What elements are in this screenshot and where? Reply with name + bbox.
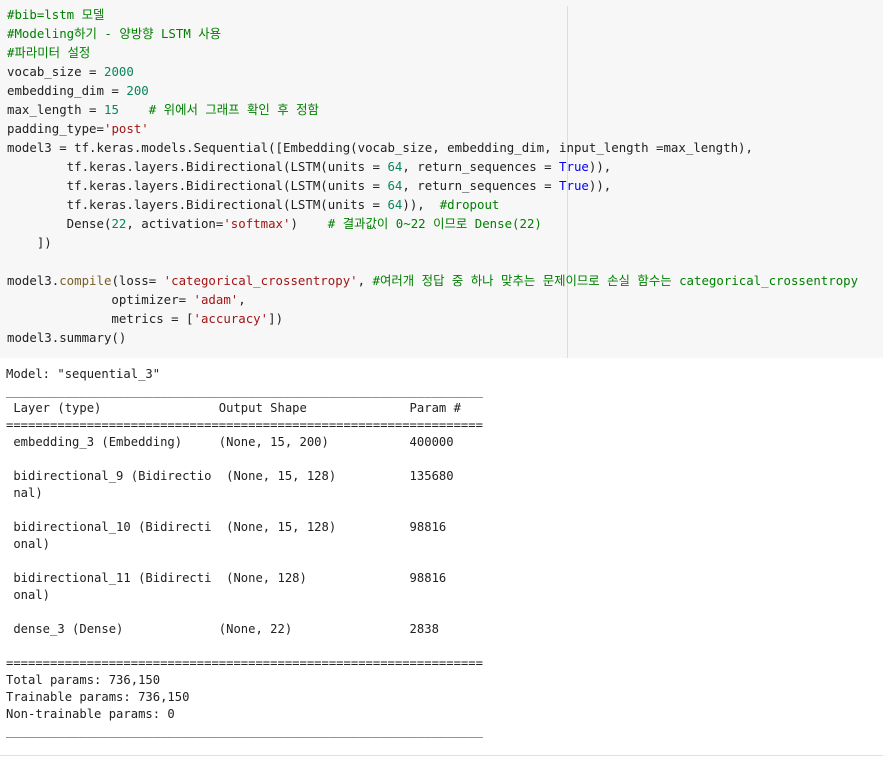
code-token: 15 (103, 102, 119, 117)
code-line: max_length = 15 # 위에서 그래프 확인 후 정함 (7, 100, 319, 119)
code-line: embedding_dim = 200 (7, 81, 149, 100)
code-line: tf.keras.layers.Bidirectional(LSTM(units… (7, 176, 612, 195)
output-line: onal) (6, 537, 483, 551)
output-line: bidirectional_10 (Bidirecti (None, 15, 1… (6, 520, 483, 534)
output-area: Model: "sequential_3" ___________________… (0, 358, 883, 758)
output-line: bidirectional_11 (Bidirecti (None, 128) … (6, 571, 483, 585)
output-line: Model: "sequential_3" (6, 367, 161, 381)
code-token: , (238, 292, 246, 307)
code-token: 'softmax' (223, 216, 291, 231)
code-token: 64 (387, 197, 403, 212)
code-cell[interactable]: #bib=lstm 모델 #Modeling하기 - 양방향 LSTM 사용 #파라… (0, 0, 883, 358)
code-token: 64 (387, 159, 403, 174)
code-token: #Modeling하기 - 양방향 LSTM 사용 (7, 26, 222, 41)
code-token: # 결과값이 0~22 이므로 Dense(22) (327, 216, 542, 231)
code-token: max_length = (7, 102, 104, 117)
output-line: Trainable params: 736,150 (6, 690, 190, 704)
code-token: model3. (7, 273, 60, 288)
code-token: , return_sequences = (402, 159, 560, 174)
code-token: True (559, 178, 589, 193)
output-line: nal) (6, 486, 483, 500)
code-line: #Modeling하기 - 양방향 LSTM 사용 (7, 24, 221, 43)
code-token: 2000 (103, 64, 134, 79)
code-token: 64 (387, 178, 403, 193)
code-token: #bib=lstm 모델 (7, 7, 105, 22)
code-token: Dense( (7, 216, 112, 231)
code-line: #bib=lstm 모델 (7, 5, 104, 24)
code-line: model3.summary() (7, 328, 126, 347)
code-token: 'categorical_crossentropy' (163, 273, 358, 288)
output-line: bidirectional_9 (Bidirectio (None, 15, 1… (6, 469, 483, 483)
code-token: embedding_dim = (7, 83, 127, 98)
code-token: # 위에서 그래프 확인 후 정함 (148, 102, 319, 117)
code-token: model3.summary() (7, 330, 127, 345)
code-line: Dense(22, activation='softmax') # 결과값이 0… (7, 214, 542, 233)
code-token: 'adam' (193, 292, 239, 307)
code-token: , activation= (126, 216, 224, 231)
code-token: vocab_size = (7, 64, 104, 79)
code-line: padding_type='post' (7, 119, 149, 138)
code-token: #dropout (439, 197, 500, 212)
code-token: ]) (268, 311, 284, 326)
code-line: metrics = ['accuracy']) (7, 309, 283, 328)
code-token: , (357, 273, 373, 288)
code-token: tf.keras.layers.Bidirectional(LSTM(units… (7, 197, 388, 212)
code-token: tf.keras.layers.Bidirectional(LSTM(units… (7, 159, 388, 174)
code-token: #파라미터 설정 (7, 45, 91, 60)
code-line: tf.keras.layers.Bidirectional(LSTM(units… (7, 195, 500, 214)
code-line: ]) (7, 233, 52, 252)
output-line: Layer (type) Output Shape Param # (6, 401, 483, 415)
code-token: metrics = [ (7, 311, 194, 326)
output-line: ________________________________________… (6, 384, 483, 398)
cell-divider (0, 755, 883, 756)
code-line: #파라미터 설정 (7, 43, 90, 62)
code-token: 'accuracy' (193, 311, 269, 326)
output-line: embedding_3 (Embedding) (None, 15, 200) … (6, 435, 483, 449)
code-token: optimizer= (7, 292, 194, 307)
code-token: , return_sequences = (402, 178, 560, 193)
code-line: vocab_size = 2000 (7, 62, 134, 81)
output-line: ========================================… (6, 656, 483, 670)
code-token: )), (588, 159, 612, 174)
code-token: ]) (7, 235, 52, 250)
output-line: Total params: 736,150 (6, 673, 161, 687)
output-line: dense_3 (Dense) (None, 22) 2838 (6, 622, 483, 636)
output-line: ========================================… (6, 418, 483, 432)
output-line: onal) (6, 588, 483, 602)
code-line: optimizer= 'adam', (7, 290, 246, 309)
code-token: #여러개 정답 중 하나 맞추는 문제이므로 손실 함수는 categorica… (372, 273, 859, 288)
code-line: model3.compile(loss= 'categorical_crosse… (7, 271, 858, 290)
output-line: ________________________________________… (6, 724, 483, 738)
code-token: compile (59, 273, 112, 288)
code-token: )), (588, 178, 612, 193)
code-token: tf.keras.layers.Bidirectional(LSTM(units… (7, 178, 388, 193)
code-token: (loss= (111, 273, 164, 288)
code-token: )), (402, 197, 440, 212)
code-line: model3 = tf.keras.models.Sequential([Emb… (7, 138, 753, 157)
code-token: padding_type= (7, 121, 104, 136)
code-token: True (559, 159, 589, 174)
code-token: 200 (126, 83, 149, 98)
code-token: 22 (111, 216, 127, 231)
code-token: ) (290, 216, 328, 231)
code-token: model3 = tf.keras.models.Sequential([Emb… (7, 140, 753, 155)
code-token: 'post' (103, 121, 149, 136)
code-line: tf.keras.layers.Bidirectional(LSTM(units… (7, 157, 612, 176)
output-line: Non-trainable params: 0 (6, 707, 175, 721)
